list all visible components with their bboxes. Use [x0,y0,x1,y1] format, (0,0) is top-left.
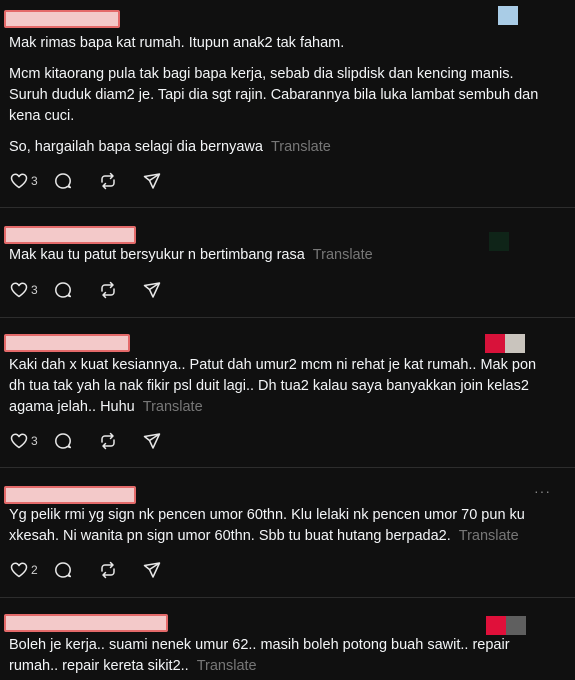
heart-icon [10,173,28,189]
comment-paragraph: Kaki dah x kuat kesiannya.. Patut dah um… [9,355,554,418]
like-button[interactable]: 3 [9,431,53,451]
action-bar: 3 [9,280,162,300]
comment-body: Boleh je kerja.. suami nenek umur 62.. m… [9,635,554,677]
reply-icon [55,282,72,298]
translate-link[interactable]: Translate [271,139,331,155]
repost-icon [101,281,115,299]
repost-button[interactable] [98,560,142,580]
comment: Mak kau tu patut bersyukur n bertimbang … [0,208,575,318]
share-icon [143,173,161,189]
repost-button[interactable] [98,171,142,191]
reply-button[interactable] [53,171,98,191]
avatar-swatch [505,334,525,353]
share-button[interactable] [142,431,162,451]
avatar-swatch [506,616,526,635]
username-redacted[interactable] [4,10,120,28]
like-button[interactable]: 2 [9,560,53,580]
like-count: 3 [31,174,38,188]
translate-link[interactable]: Translate [459,528,519,544]
reply-icon [55,173,72,189]
share-icon [143,282,161,298]
comment-paragraph: Yg pelik rmi yg sign nk pencen umor 60th… [9,505,554,547]
comment-body: Kaki dah x kuat kesiannya.. Patut dah um… [9,355,554,418]
comment-paragraph: Mak kau tu patut bersyukur n bertimbang … [9,245,554,266]
reply-icon [55,562,72,578]
action-bar: 3 [9,431,162,451]
comment-text: Mak kau tu patut bersyukur n bertimbang … [9,247,305,263]
avatar[interactable] [498,6,518,25]
comment-body: Yg pelik rmi yg sign nk pencen umor 60th… [9,505,554,547]
like-button[interactable]: 3 [9,280,53,300]
translate-link[interactable]: Translate [143,399,203,415]
username-redacted[interactable] [4,334,130,352]
share-icon [143,433,161,449]
reply-button[interactable] [53,280,98,300]
comment: ··· Yg pelik rmi yg sign nk pencen umor … [0,468,575,598]
comment-body: Mak kau tu patut bersyukur n bertimbang … [9,245,554,266]
repost-icon [101,561,115,579]
comment: Kaki dah x kuat kesiannya.. Patut dah um… [0,318,575,468]
like-count: 2 [31,563,38,577]
comment-paragraph: Mcm kitaorang pula tak bagi bapa kerja, … [9,66,539,124]
heart-icon [10,433,28,449]
share-icon [143,562,161,578]
avatar-swatch [485,334,505,353]
comment-feed: Mak rimas bapa kat rumah. Itupun anak2 t… [0,0,575,680]
translate-link[interactable]: Translate [197,658,257,674]
username-redacted[interactable] [4,226,136,244]
like-count: 3 [31,283,38,297]
more-options-icon[interactable]: ··· [534,483,551,499]
like-button[interactable]: 3 [9,171,53,191]
comment-text: So, hargailah bapa selagi dia bernyawa [9,139,263,155]
reply-button[interactable] [53,431,98,451]
reply-button[interactable] [53,560,98,580]
comment: Mak rimas bapa kat rumah. Itupun anak2 t… [0,0,575,208]
translate-link[interactable]: Translate [313,247,373,263]
username-redacted[interactable] [4,614,168,632]
share-button[interactable] [142,560,162,580]
comment-text: Boleh je kerja.. suami nenek umur 62.. m… [9,637,510,674]
share-button[interactable] [142,280,162,300]
avatar[interactable] [486,616,526,635]
repost-button[interactable] [98,431,142,451]
heart-icon [10,562,28,578]
heart-icon [10,282,28,298]
repost-button[interactable] [98,280,142,300]
comment-paragraph: So, hargailah bapa selagi dia bernyawa Tr… [9,137,554,158]
action-bar: 3 [9,171,162,191]
comment-paragraph: Mak rimas bapa kat rumah. Itupun anak2 t… [9,35,345,51]
reply-icon [55,433,72,449]
avatar[interactable] [485,334,525,353]
comment-paragraph: Boleh je kerja.. suami nenek umur 62.. m… [9,635,554,677]
comment: Boleh je kerja.. suami nenek umur 62.. m… [0,598,575,680]
share-button[interactable] [142,171,162,191]
repost-icon [101,432,115,450]
avatar-swatch [498,6,518,25]
username-redacted[interactable] [4,486,136,504]
like-count: 3 [31,434,38,448]
comment-body: Mak rimas bapa kat rumah. Itupun anak2 t… [9,33,554,158]
repost-icon [101,172,115,190]
comment-text: Kaki dah x kuat kesiannya.. Patut dah um… [9,357,537,415]
comment-text: Yg pelik rmi yg sign nk pencen umor 60th… [9,507,525,544]
avatar-swatch [486,616,506,635]
action-bar: 2 [9,560,162,580]
